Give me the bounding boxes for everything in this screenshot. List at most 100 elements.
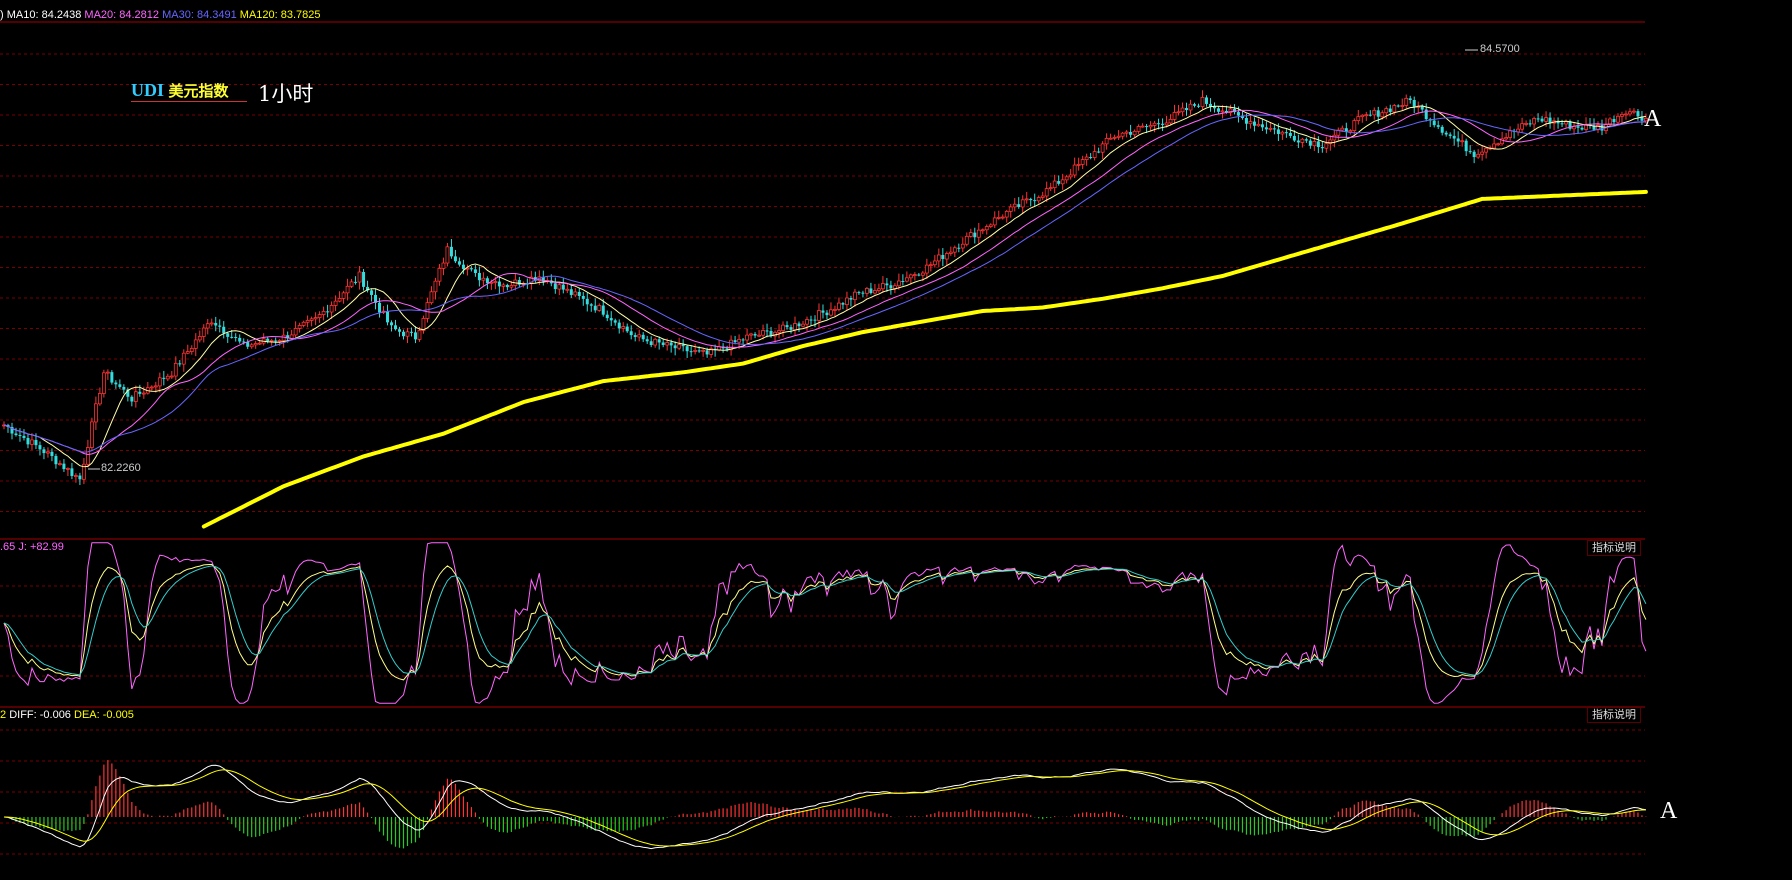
candle-body [801,323,805,327]
candle-body [1508,130,1513,138]
candle-body [441,262,446,269]
candle-body [362,272,366,287]
candle-body [689,351,693,353]
candle-body [573,291,578,296]
candle-body [613,320,617,323]
candle-body [169,375,174,378]
candle-body [941,254,945,260]
main-legend: ) MA10: 84.2438 MA20: 84.2812 MA30: 84.3… [0,9,321,21]
candle-body [1436,125,1440,127]
candle-body [1024,198,1029,201]
candle-body [153,385,158,388]
candle-body [1264,127,1268,130]
moving-average-lines [3,105,1648,529]
ma10-line [3,105,1646,468]
ma20-line [3,109,1646,456]
candle-body [1352,120,1357,131]
chart-title: UDI 美元指数 [131,80,228,101]
candle-body [737,339,741,343]
candle-body [222,326,226,334]
candle-body [777,330,781,333]
candle-body [329,305,334,313]
candle-body [1528,123,1532,125]
candle-body [181,352,186,365]
candle-body [1008,206,1013,212]
title-underline [131,101,247,102]
candle-body [669,342,673,346]
candle-body [246,342,250,347]
candle-body [141,392,146,395]
kdj-d-line [3,565,1647,676]
candle-body [293,328,298,336]
candle-body [845,297,849,306]
title-period: 1小时 [258,82,314,106]
candle-body [1636,111,1640,117]
candle-body [58,463,62,466]
candle-body [705,350,709,355]
candle-body [1452,135,1456,139]
candle-body [565,288,570,291]
candle-body [1148,125,1153,128]
candle-body [637,334,642,338]
macd-explain-button[interactable]: 指标说明 [1587,707,1641,723]
candle-body [1312,140,1317,147]
candle-body [757,334,761,337]
candle-body [1029,198,1033,201]
candle-body [693,350,698,352]
candle-body [18,435,22,437]
candle-body [789,327,793,330]
candle-body [988,224,993,227]
candle-body [193,339,198,349]
candle-body [62,463,66,470]
candle-body [1536,118,1540,120]
candle-body [1348,130,1353,133]
candle-body [1220,110,1225,113]
candle-body [1244,117,1248,124]
candle-body [214,322,218,326]
kdj-legend: .65 J: +82.99 [0,541,64,553]
candle-body [1524,123,1528,125]
candle-body [917,274,921,276]
candle-body [30,439,34,445]
candle-body [405,331,410,337]
candle-body [1600,125,1604,131]
legend-macd-prefix: 2 [0,709,7,721]
candle-body [901,280,905,282]
candle-body [928,264,933,267]
candle-body [1412,99,1416,108]
candle-body [1068,174,1073,178]
candle-body [1356,116,1361,122]
candle-body [1168,119,1173,124]
candle-body [653,338,658,346]
candle-body [1520,123,1524,130]
candle-body [497,281,501,287]
candle-body [1276,129,1280,134]
kdj-explain-button[interactable]: 指标说明 [1587,540,1641,556]
candle-body [1036,197,1041,202]
candle-body [445,246,450,264]
candle-body [1108,137,1113,140]
candle-body [601,305,605,315]
candle-body [1304,139,1308,141]
candle-body [1628,111,1632,115]
candle-body [869,288,873,294]
candle-body [66,467,70,470]
candle-body [908,274,913,279]
candle-body [924,264,929,274]
candle-body [253,343,258,346]
candle-body [765,330,769,332]
marker-a-main: A [1644,106,1662,132]
candle-body [1180,107,1185,113]
candle-body [1044,188,1049,197]
legend-ma30: MA30: 84.3491 [162,9,237,21]
candle-body [1296,140,1300,143]
candle-body [617,322,621,329]
candle-body [26,437,30,445]
candle-body [557,284,562,290]
candle-body [805,319,809,325]
candle-body [952,247,957,253]
candle-body [948,251,953,254]
candle-body [433,280,438,293]
candle-body [1060,179,1065,185]
candle-body [1116,135,1121,138]
